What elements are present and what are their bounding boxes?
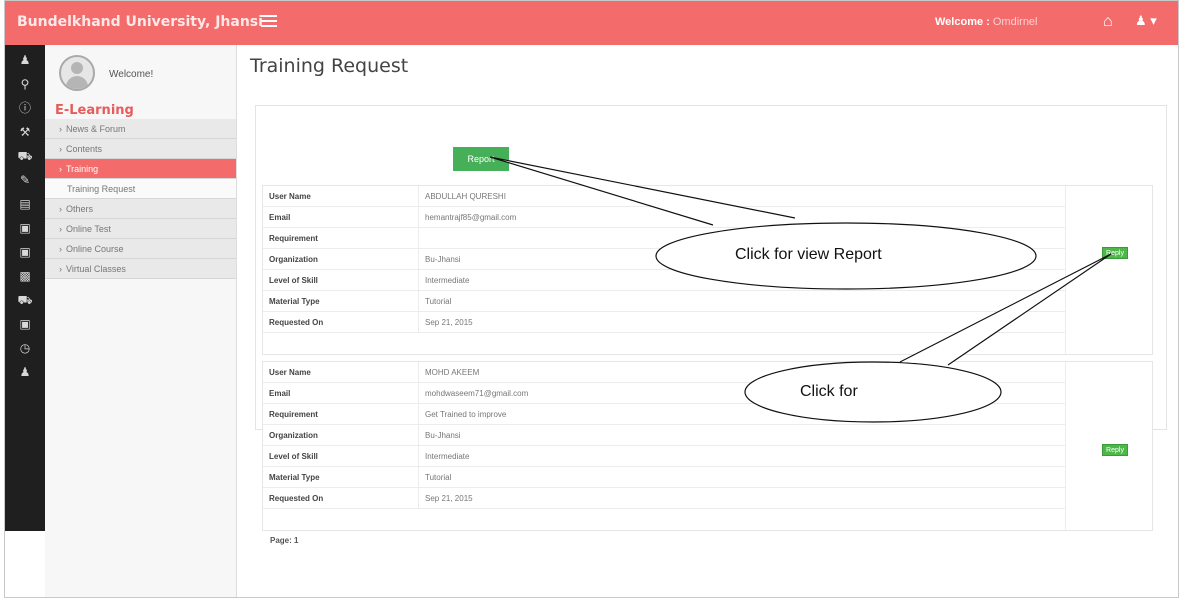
reply-button[interactable]: Reply [1102, 444, 1128, 456]
field-label: Email [263, 207, 419, 227]
table-row: Requirement Get Trained to improve [263, 404, 1065, 425]
field-value: mohdwaseem71@gmail.com [425, 389, 529, 398]
field-value: Get Trained to improve [425, 410, 507, 419]
sidebar-item-contents[interactable]: › Contents [45, 139, 236, 159]
file-icon[interactable]: ▤ [10, 195, 40, 213]
money-icon[interactable]: ▣ [10, 315, 40, 333]
avatar [59, 55, 95, 91]
user-menu-icon[interactable]: ♟ ▾ [1135, 13, 1157, 29]
sidebar-item-news-forum[interactable]: › News & Forum [45, 119, 236, 139]
field-value: Tutorial [425, 473, 452, 482]
field-value: ABDULLAH QURESHI [425, 192, 506, 201]
sidebar-item-label: Virtual Classes [66, 264, 126, 274]
truck-icon[interactable]: ⛟ [10, 147, 40, 165]
cart-icon[interactable]: ⛟ [10, 291, 40, 309]
callout-reply-text: Click for [800, 383, 858, 400]
table-row: Level of Skill Intermediate [263, 270, 1065, 291]
brand-title[interactable]: Bundelkhand University, Jhansi [17, 14, 263, 30]
callout-report-text: Click for view Report [735, 246, 882, 263]
table-row: User Name ABDULLAH QURESHI [263, 186, 1065, 207]
sidebar-item-label: Online Course [66, 244, 124, 254]
field-label: Level of Skill [263, 270, 419, 290]
chart-icon[interactable]: ▩ [10, 267, 40, 285]
user-icon[interactable]: ♟ [10, 51, 40, 69]
sidebar-item-others[interactable]: › Others [45, 199, 236, 219]
clock-icon[interactable]: ◷ [10, 339, 40, 357]
field-label: Material Type [263, 467, 419, 487]
tools-icon[interactable]: ⚒ [10, 123, 40, 141]
field-value: Intermediate [425, 276, 470, 285]
top-bar: Bundelkhand University, Jhansi Welcome :… [5, 1, 1178, 45]
welcome-username: Omdirnel [992, 16, 1038, 28]
request-card: User Name ABDULLAH QURESHI Email hemantraj… [262, 185, 1153, 355]
field-value: MOHD AKEEM [425, 368, 480, 377]
field-value: Sep 21, 2015 [425, 494, 473, 503]
table-row: Requested On Sep 21, 2015 [263, 488, 1065, 509]
field-label: Requirement [263, 404, 419, 424]
field-label: User Name [263, 362, 419, 382]
home-icon[interactable]: ⌂ [1103, 13, 1113, 31]
table-row: Level of Skill Intermediate [263, 446, 1065, 467]
field-label: Organization [263, 425, 419, 445]
field-label: Email [263, 383, 419, 403]
icon-sidebar: ♟ ⚲ ⓘ ⚒ ⛟ ✎ ▤ ▣ ▣ ▩ ⛟ ▣ ◷ ♟ [5, 45, 45, 531]
field-label: Organization [263, 249, 419, 269]
report-button[interactable]: Report [453, 147, 509, 171]
field-value: Sep 21, 2015 [425, 318, 473, 327]
request-card: User Name MOHD AKEEM Email mohdwaseem71@gm… [262, 361, 1153, 531]
welcome-label: Welcome : [935, 16, 990, 28]
field-value: Tutorial [425, 297, 452, 306]
sidebar-item-label: Training Request [67, 184, 136, 194]
sidebar-item-training-request[interactable]: Training Request [45, 179, 236, 199]
sidebar-welcome: Welcome! [109, 69, 154, 80]
pin-icon[interactable]: ⚲ [10, 75, 40, 93]
field-label: Requested On [263, 488, 419, 508]
reply-button[interactable]: Reply [1102, 247, 1128, 259]
table-row: Email hemantrajf85@gmail.com [263, 207, 1065, 228]
edit-icon[interactable]: ✎ [10, 171, 40, 189]
table-row: Organization Bu-Jhansi [263, 249, 1065, 270]
table-row: Organization Bu-Jhansi [263, 425, 1065, 446]
user-icon[interactable]: ♟ [10, 363, 40, 381]
field-value [419, 228, 425, 248]
action-cell: Reply [1065, 362, 1154, 530]
pagination[interactable]: Page: 1 [270, 536, 298, 545]
request-fields: User Name ABDULLAH QURESHI Email hemantraj… [263, 186, 1065, 333]
section-title: E-Learning [55, 103, 134, 118]
action-cell: Reply [1065, 186, 1154, 354]
sidebar-nav: › News & Forum › Contents › Training Traini… [45, 119, 236, 279]
table-row: Material Type Tutorial [263, 291, 1065, 312]
sidebar-item-online-course[interactable]: › Online Course [45, 239, 236, 259]
sidebar-item-virtual-classes[interactable]: › Virtual Classes [45, 259, 236, 279]
field-label: Requirement [263, 228, 419, 248]
field-label: Material Type [263, 291, 419, 311]
sidebar-item-label: Contents [66, 144, 103, 154]
sidebar: Welcome! E-Learning › News & Forum › Conte… [45, 45, 237, 597]
table-row: Requirement [263, 228, 1065, 249]
sidebar-item-label: News & Forum [66, 124, 126, 134]
table-row: Email mohdwaseem71@gmail.com [263, 383, 1065, 404]
field-label: Level of Skill [263, 446, 419, 466]
request-fields: User Name MOHD AKEEM Email mohdwaseem71@gm… [263, 362, 1065, 509]
field-value: hemantrajf85@gmail.com [425, 213, 517, 222]
sidebar-item-training[interactable]: › Training [45, 159, 236, 179]
table-row: Requested On Sep 21, 2015 [263, 312, 1065, 333]
welcome-text: Welcome : Omdirnel [935, 16, 1038, 28]
page-title: Training Request [250, 55, 409, 77]
sidebar-item-label: Others [66, 204, 94, 214]
money-icon[interactable]: ▣ [10, 243, 40, 261]
field-value: Bu-Jhansi [425, 431, 461, 440]
sidebar-item-label: Training [66, 164, 99, 174]
sidebar-item-label: Online Test [66, 224, 111, 234]
field-label: User Name [263, 186, 419, 206]
info-icon[interactable]: ⓘ [10, 99, 40, 117]
menu-icon[interactable] [261, 15, 277, 29]
field-value: Intermediate [425, 452, 470, 461]
field-value: Bu-Jhansi [425, 255, 461, 264]
money-icon[interactable]: ▣ [10, 219, 40, 237]
sidebar-item-online-test[interactable]: › Online Test [45, 219, 236, 239]
table-row: Material Type Tutorial [263, 467, 1065, 488]
field-label: Requested On [263, 312, 419, 332]
table-row: User Name MOHD AKEEM [263, 362, 1065, 383]
